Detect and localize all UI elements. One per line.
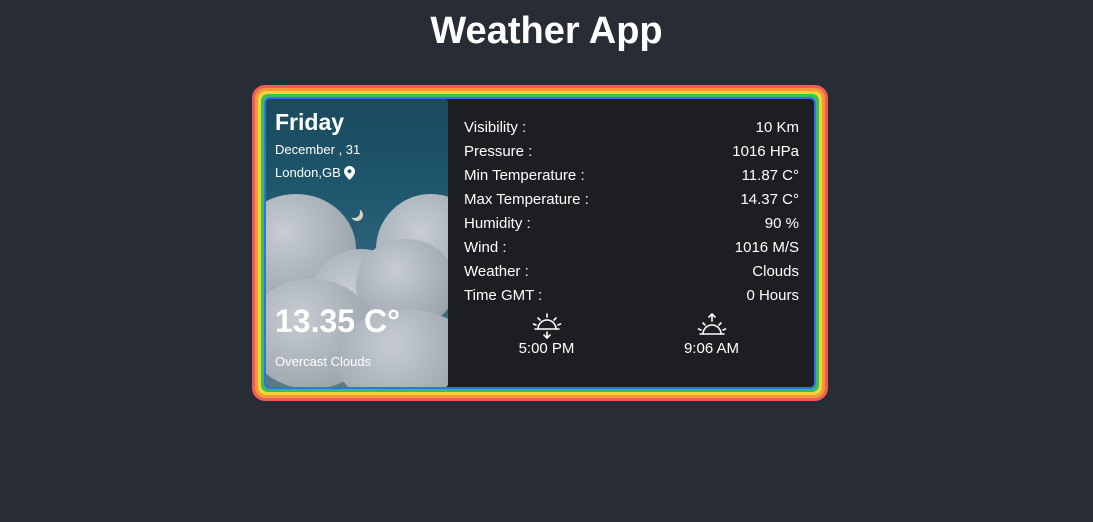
location: London,GB [275,165,355,180]
sunset-icon [532,312,562,340]
map-pin-icon [343,165,355,180]
detail-label: Weather : [464,263,529,280]
sunrise-time: 9:06 AM [683,340,740,357]
weather-card-border: Friday December , 31 London,GB 13.35 C° … [252,85,828,401]
detail-label: Min Temperature : [464,167,585,184]
date-text: December , 31 [275,142,361,157]
detail-row-visibility: Visibility : 10 Km [464,116,799,140]
sunset-time: 5:00 PM [518,340,575,357]
detail-value: 11.87 C° [741,167,799,184]
detail-row-wind: Wind : 1016 M/S [464,236,799,260]
weather-description: Overcast Clouds [275,354,372,369]
sunrise-icon [697,312,727,340]
weather-summary-panel: Friday December , 31 London,GB 13.35 C° … [266,99,448,387]
current-temperature: 13.35 C° [275,303,400,339]
detail-row-max-temperature: Max Temperature : 14.37 C° [464,188,799,212]
weather-card: Friday December , 31 London,GB 13.35 C° … [266,99,814,387]
detail-value: 0 Hours [746,287,799,304]
weather-details-panel: Visibility : 10 Km Pressure : 1016 HPa M… [448,99,814,387]
sun-times: 5:00 PM 9:06 AM [464,312,799,357]
detail-label: Pressure : [464,143,533,160]
detail-row-time-gmt: Time GMT : 0 Hours [464,284,799,308]
detail-row-humidity: Humidity : 90 % [464,212,799,236]
detail-label: Wind : [464,239,507,256]
detail-value: 14.37 C° [740,191,799,208]
detail-label: Visibility : [464,119,527,136]
sunrise: 9:06 AM [629,312,794,357]
detail-row-weather: Weather : Clouds [464,260,799,284]
detail-value: 10 Km [755,119,799,136]
app-title: Weather App [430,10,663,52]
detail-label: Time GMT : [464,287,543,304]
day-name: Friday [275,109,345,135]
sunset: 5:00 PM [464,312,629,357]
moon-image [348,206,360,218]
detail-label: Humidity : [464,215,531,232]
detail-value: 90 % [764,215,799,232]
detail-row-pressure: Pressure : 1016 HPa [464,140,799,164]
detail-value: Clouds [752,263,799,280]
location-label: London,GB [275,165,341,180]
detail-row-min-temperature: Min Temperature : 11.87 C° [464,164,799,188]
detail-value: 1016 M/S [734,239,799,256]
detail-value: 1016 HPa [732,143,799,160]
detail-label: Max Temperature : [464,191,589,208]
